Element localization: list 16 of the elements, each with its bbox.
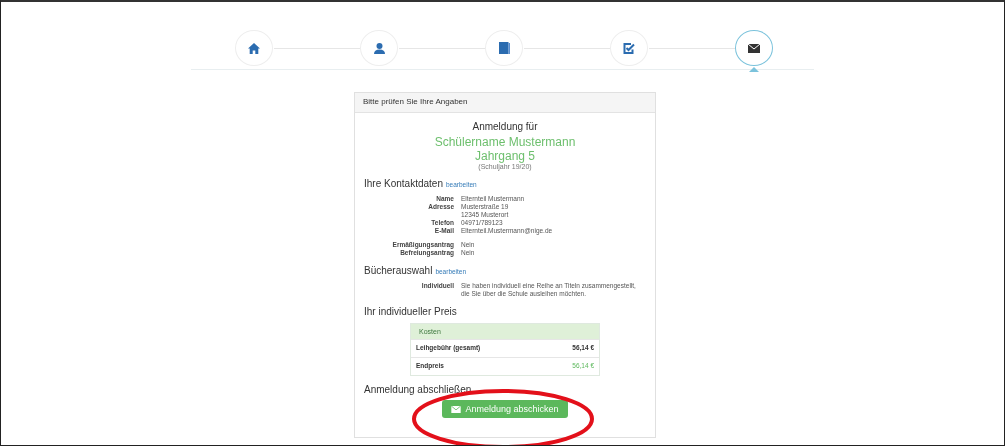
user-icon [373, 42, 385, 54]
envelope-icon [748, 43, 760, 53]
step-button[interactable] [735, 30, 773, 66]
section-heading: Anmeldung abschließen [364, 384, 472, 395]
panel-title: Bitte prüfen Sie Ihre Angaben [355, 93, 655, 113]
active-step-pointer [749, 67, 759, 72]
grade-level: Jahrgang 5 [473, 149, 536, 163]
section-heading: Ihre Kontaktdaten [364, 178, 443, 189]
envelope-icon [451, 405, 462, 413]
home-icon [248, 42, 260, 54]
section-heading: Bücherauswahl [364, 265, 433, 276]
section-heading: Ihr individueller Preis [364, 306, 457, 317]
registration-intro: Anmeldung für [471, 121, 539, 132]
checkbox-icon [623, 42, 635, 54]
student-name: Schülername Mustermann [433, 135, 577, 149]
book-icon [498, 42, 510, 54]
